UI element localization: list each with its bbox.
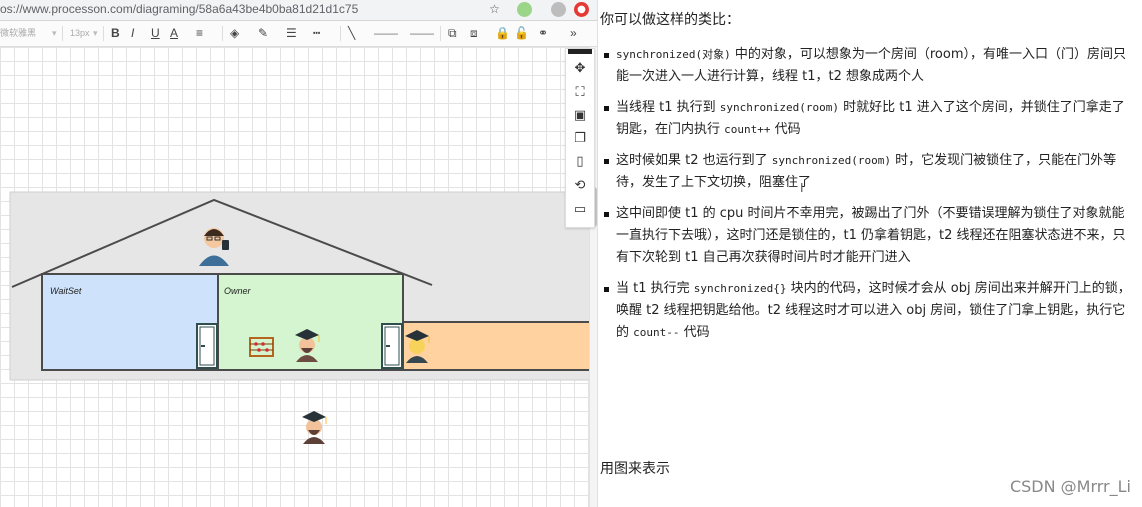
inline-code: synchronized(room) [771,154,891,167]
inline-code: synchronized{} [693,282,787,295]
list-text: 代码 [679,325,710,340]
list-text: 这中间即使 t1 的 cpu 时间片不幸用完，被踢出了门外（不要错误理解为锁住了… [616,206,1126,265]
bring-front-icon[interactable]: ⧉ [448,21,457,46]
underline-button[interactable]: U [151,21,160,46]
notes-outro: 用图来表示 [600,461,670,477]
lock-icon[interactable]: 🔒 [495,21,510,46]
notes-pane: 你可以做这样的类比： synchronized(对象) 中的对象，可以想象为一个… [597,0,1142,507]
analogy-list-item: 当 t1 执行完 synchronized{} 块内的代码，这时候才会从 obj… [603,278,1135,344]
line-style-icon[interactable]: ┅ [313,21,320,46]
video-icon[interactable]: ▣ [568,106,592,126]
waitset-door-icon [196,323,218,369]
collapse-toolbar-icon[interactable]: » [570,21,577,46]
waitset-label: WaitSet [50,286,82,296]
fill-bucket-icon[interactable]: ◈ [230,21,239,46]
inline-code: count++ [724,123,771,136]
analogy-list-item: 当线程 t1 执行到 synchronized(room) 时就好比 t1 进入… [603,97,1135,141]
image-icon[interactable]: ⛶ [568,83,592,103]
line-weight-icon[interactable]: ☰ [286,21,297,46]
link-icon[interactable]: ⚭ [538,21,548,46]
align-icon[interactable]: ≡ [196,21,203,46]
end-arrow-icon[interactable]: —— [410,21,434,46]
font-color-button[interactable]: A [170,21,178,46]
text-cursor-icon: I [800,181,804,195]
analogy-list: synchronized(对象) 中的对象，可以想象为一个房间（room），有唯… [603,44,1135,353]
history-icon[interactable]: ⟲ [568,176,592,196]
list-text: 这时候如果 t2 也运行到了 [616,153,772,168]
owner-door-icon [381,323,403,369]
thread-outside-icon [302,411,327,444]
diagram-editor-pane: os://www.processon.com/diagraming/58a6a4… [0,0,597,507]
format-toolbar: 微软雅黑 ▾ 13px ▾ B I U A ≡ ◈ ✎ ☰ ┅ ╲ —— —— … [0,21,597,47]
connector-icon[interactable]: ╲ [348,21,355,46]
inline-code: synchronized(room) [719,101,839,114]
list-text: 当 t1 执行完 [616,281,694,296]
analogy-list-item: 这中间即使 t1 的 cpu 时间片不幸用完，被踢出了门外（不要错误理解为锁住了… [603,203,1135,269]
csdn-watermark: CSDN @Mrrr_Li [1009,477,1131,496]
extension-red-icon[interactable]: ● [574,2,589,17]
italic-button[interactable]: I [131,21,134,46]
list-text: 代码 [770,122,801,137]
pages-icon[interactable]: ❐ [568,129,592,149]
send-back-icon[interactable]: ⧈ [470,21,478,46]
page-icon[interactable]: ▯ [568,152,592,172]
list-text: 当线程 t1 执行到 [616,100,720,115]
drawing-canvas[interactable]: WaitSet Owner [0,47,597,507]
bold-button[interactable]: B [111,21,120,46]
comment-icon[interactable]: ▭ [568,200,592,220]
extension-icon[interactable] [517,2,532,17]
url-text[interactable]: os://www.processon.com/diagraming/58a6a4… [0,0,358,19]
analogy-list-item: synchronized(对象) 中的对象，可以想象为一个房间（room），有唯… [603,44,1135,88]
navigator-icon[interactable]: ✥ [568,59,592,79]
notes-intro: 你可以做这样的类比： [600,12,740,28]
right-side-toolbar: ✥ ⛶ ▣ ❐ ▯ ⟲ ▭ [565,48,595,228]
font-family-select[interactable]: 微软雅黑 [0,21,36,46]
pen-icon[interactable]: ✎ [258,21,268,46]
font-size-select[interactable]: 13px [70,21,90,46]
start-arrow-icon[interactable]: —— [374,21,398,46]
owner-label: Owner [224,286,252,296]
font-family-dropdown-icon[interactable]: ▾ [52,21,57,46]
font-size-dropdown-icon[interactable]: ▾ [93,21,98,46]
entry-corridor[interactable] [404,323,597,369]
analogy-list-item: 这时候如果 t2 也运行到了 synchronized(room) 时，它发现门… [603,150,1135,194]
inline-code: synchronized(对象) [616,48,731,61]
star-icon[interactable]: ☆ [487,2,502,17]
inline-code: count-- [633,326,680,339]
unlock-icon[interactable]: 🔓 [514,21,529,46]
browser-address-bar[interactable]: os://www.processon.com/diagraming/58a6a4… [0,0,597,21]
profile-icon[interactable] [551,2,566,17]
monitor-house-diagram: WaitSet Owner [9,191,597,444]
